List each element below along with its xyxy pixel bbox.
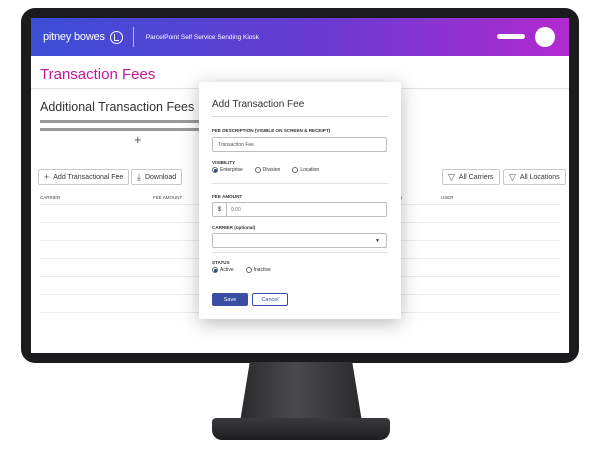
modal-title: Add Transaction Fee: [212, 99, 305, 110]
add-transactional-fee-button[interactable]: + Add Transactional Fee: [38, 169, 130, 185]
monitor-stand-neck: [240, 362, 362, 422]
pitney-bowes-logo-icon: [109, 30, 123, 44]
visibility-enterprise-option[interactable]: Enterprise: [212, 167, 243, 173]
brand-logo: pitney bowes: [43, 30, 123, 44]
placeholder-bar: [40, 128, 200, 131]
app-header: pitney bowes ParcelPoint Self Service Se…: [31, 18, 569, 56]
menu-icon[interactable]: [497, 34, 525, 39]
section-title: Additional Transaction Fees: [40, 100, 195, 114]
visibility-enterprise-label: Enterprise: [220, 167, 243, 173]
filter-icon: ▽: [509, 171, 516, 182]
header-divider: [132, 27, 134, 47]
fee-amount-input[interactable]: 0.00: [226, 202, 387, 217]
radio-checked-icon: [212, 167, 218, 173]
status-radio-group: Active Inactive: [212, 267, 283, 273]
download-label: Download: [144, 173, 177, 181]
fee-description-label: FEE DESCRIPTION (VISIBLE ON SCREEN & REC…: [212, 128, 331, 133]
cancel-button[interactable]: Cancel: [252, 293, 288, 306]
radio-checked-icon: [212, 267, 218, 273]
filter-icon: ▽: [448, 171, 455, 182]
fee-description-input[interactable]: Transaction Fee: [212, 137, 387, 152]
visibility-radio-group: Enterprise Division Location: [212, 167, 331, 173]
placeholder-bar: [40, 120, 200, 123]
download-icon: ⤓: [137, 171, 141, 182]
radio-unchecked-icon: [254, 167, 261, 173]
column-header-carrier: CARRIER: [40, 195, 61, 200]
section-divider: [212, 252, 388, 253]
all-carriers-filter[interactable]: ▽ All Carriers: [442, 169, 500, 185]
carriers-filter-label: All Carriers: [458, 173, 494, 181]
radio-unchecked-icon: [245, 267, 252, 273]
column-header-user: USER: [441, 195, 454, 200]
plus-icon: +: [44, 172, 50, 182]
visibility-division-label: Division: [262, 167, 281, 173]
carrier-label: CARRIER (optional): [212, 225, 256, 230]
visibility-location-option[interactable]: Location: [292, 167, 319, 173]
download-button[interactable]: ⤓ Download: [131, 169, 183, 185]
status-active-option[interactable]: Active: [212, 267, 234, 273]
all-locations-filter[interactable]: ▽ All Locations: [503, 169, 566, 185]
page-title: Transaction Fees: [40, 66, 156, 83]
status-inactive-option[interactable]: Inactive: [245, 267, 271, 273]
modal-title-divider: [212, 116, 388, 117]
kiosk-title: ParcelPoint Self Service Sending Kiosk: [145, 33, 259, 41]
plus-icon[interactable]: +: [134, 132, 142, 147]
status-active-label: Active: [220, 267, 234, 273]
monitor-stand-base: [212, 418, 390, 440]
column-header-fee-amount: FEE AMOUNT: [153, 195, 183, 200]
status-inactive-label: Inactive: [253, 267, 271, 273]
chevron-down-icon: ▼: [375, 238, 380, 244]
currency-prefix: $: [212, 202, 226, 217]
carrier-select[interactable]: ▼: [212, 233, 387, 248]
status-label: STATUS: [212, 260, 230, 265]
locations-filter-label: All Locations: [519, 173, 560, 181]
visibility-location-label: Location: [300, 167, 320, 173]
profile-avatar[interactable]: [535, 27, 555, 47]
add-transaction-fee-modal: Add Transaction Fee FEE DESCRIPTION (VIS…: [199, 82, 401, 319]
fee-amount-label: FEE AMOUNT: [212, 194, 243, 199]
save-button[interactable]: Save: [212, 293, 248, 306]
section-divider: [212, 183, 388, 184]
visibility-label: VISIBILITY: [212, 160, 236, 165]
brand-name: pitney bowes: [43, 31, 105, 43]
add-fee-label: Add Transactional Fee: [53, 173, 124, 181]
radio-unchecked-icon: [292, 167, 299, 173]
visibility-division-option[interactable]: Division: [254, 167, 281, 173]
